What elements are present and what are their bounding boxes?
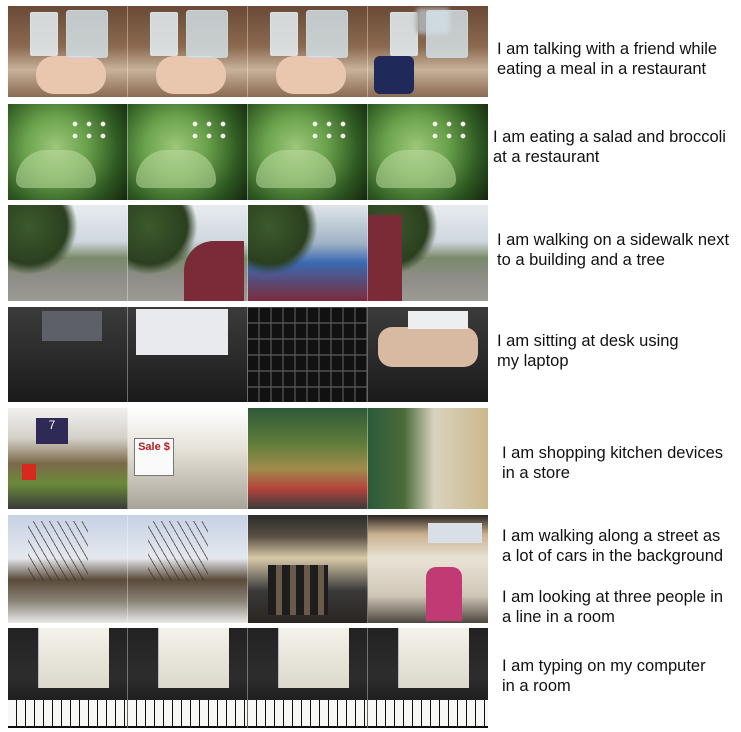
caption-row-4: I am sitting at desk using my laptop	[497, 332, 679, 370]
video-frame	[368, 307, 488, 402]
video-frame	[128, 515, 248, 623]
video-frame	[128, 307, 248, 402]
caption-row-7: I am typing on my computer in a room	[502, 657, 706, 695]
video-frame	[8, 628, 128, 728]
frame-strip-laptop	[8, 307, 488, 402]
video-frame	[128, 6, 248, 97]
video-frame	[248, 628, 368, 728]
video-frame	[128, 628, 248, 728]
video-frame	[368, 408, 488, 509]
figure: { "rows": [ {"caption_lines": ["I am tal…	[0, 0, 741, 732]
sale-sign: Sale $	[134, 438, 174, 476]
video-frame	[368, 628, 488, 728]
video-frame	[368, 6, 488, 97]
frame-strip-store: 7 Sale $	[8, 408, 488, 509]
video-frame	[128, 104, 248, 200]
frame-strip-piano	[8, 628, 488, 728]
video-frame	[8, 307, 128, 402]
frame-strip-street-room	[8, 515, 488, 623]
video-frame	[128, 205, 248, 301]
price-tag	[22, 464, 36, 480]
video-frame	[248, 6, 368, 97]
video-frame	[248, 515, 368, 623]
blurred-face	[416, 8, 450, 34]
video-frame	[248, 307, 368, 402]
store-sign: 7	[36, 418, 68, 444]
video-frame: 7	[8, 408, 128, 509]
video-frame	[8, 6, 128, 97]
video-frame	[8, 515, 128, 623]
caption-row-6a: I am walking along a street as a lot of …	[502, 527, 724, 565]
caption-row-2: I am eating a salad and broccoli at a re…	[493, 128, 726, 166]
video-frame	[248, 104, 368, 200]
video-frame	[368, 515, 488, 623]
video-frame	[248, 205, 368, 301]
video-frame	[8, 205, 128, 301]
video-frame	[248, 408, 368, 509]
video-frame	[368, 205, 488, 301]
frame-strip-sidewalk	[8, 205, 488, 301]
caption-row-3: I am walking on a sidewalk next to a bui…	[497, 231, 730, 269]
frame-strip-salad	[8, 104, 488, 200]
caption-row-1: I am talking with a friend while eating …	[497, 40, 718, 78]
caption-row-6b: I am looking at three people in a line i…	[502, 588, 724, 626]
video-frame	[8, 104, 128, 200]
caption-row-5: I am shopping kitchen devices in a store	[502, 444, 724, 482]
video-frame	[368, 104, 488, 200]
video-frame: Sale $	[128, 408, 248, 509]
frame-strip-restaurant	[8, 6, 488, 97]
